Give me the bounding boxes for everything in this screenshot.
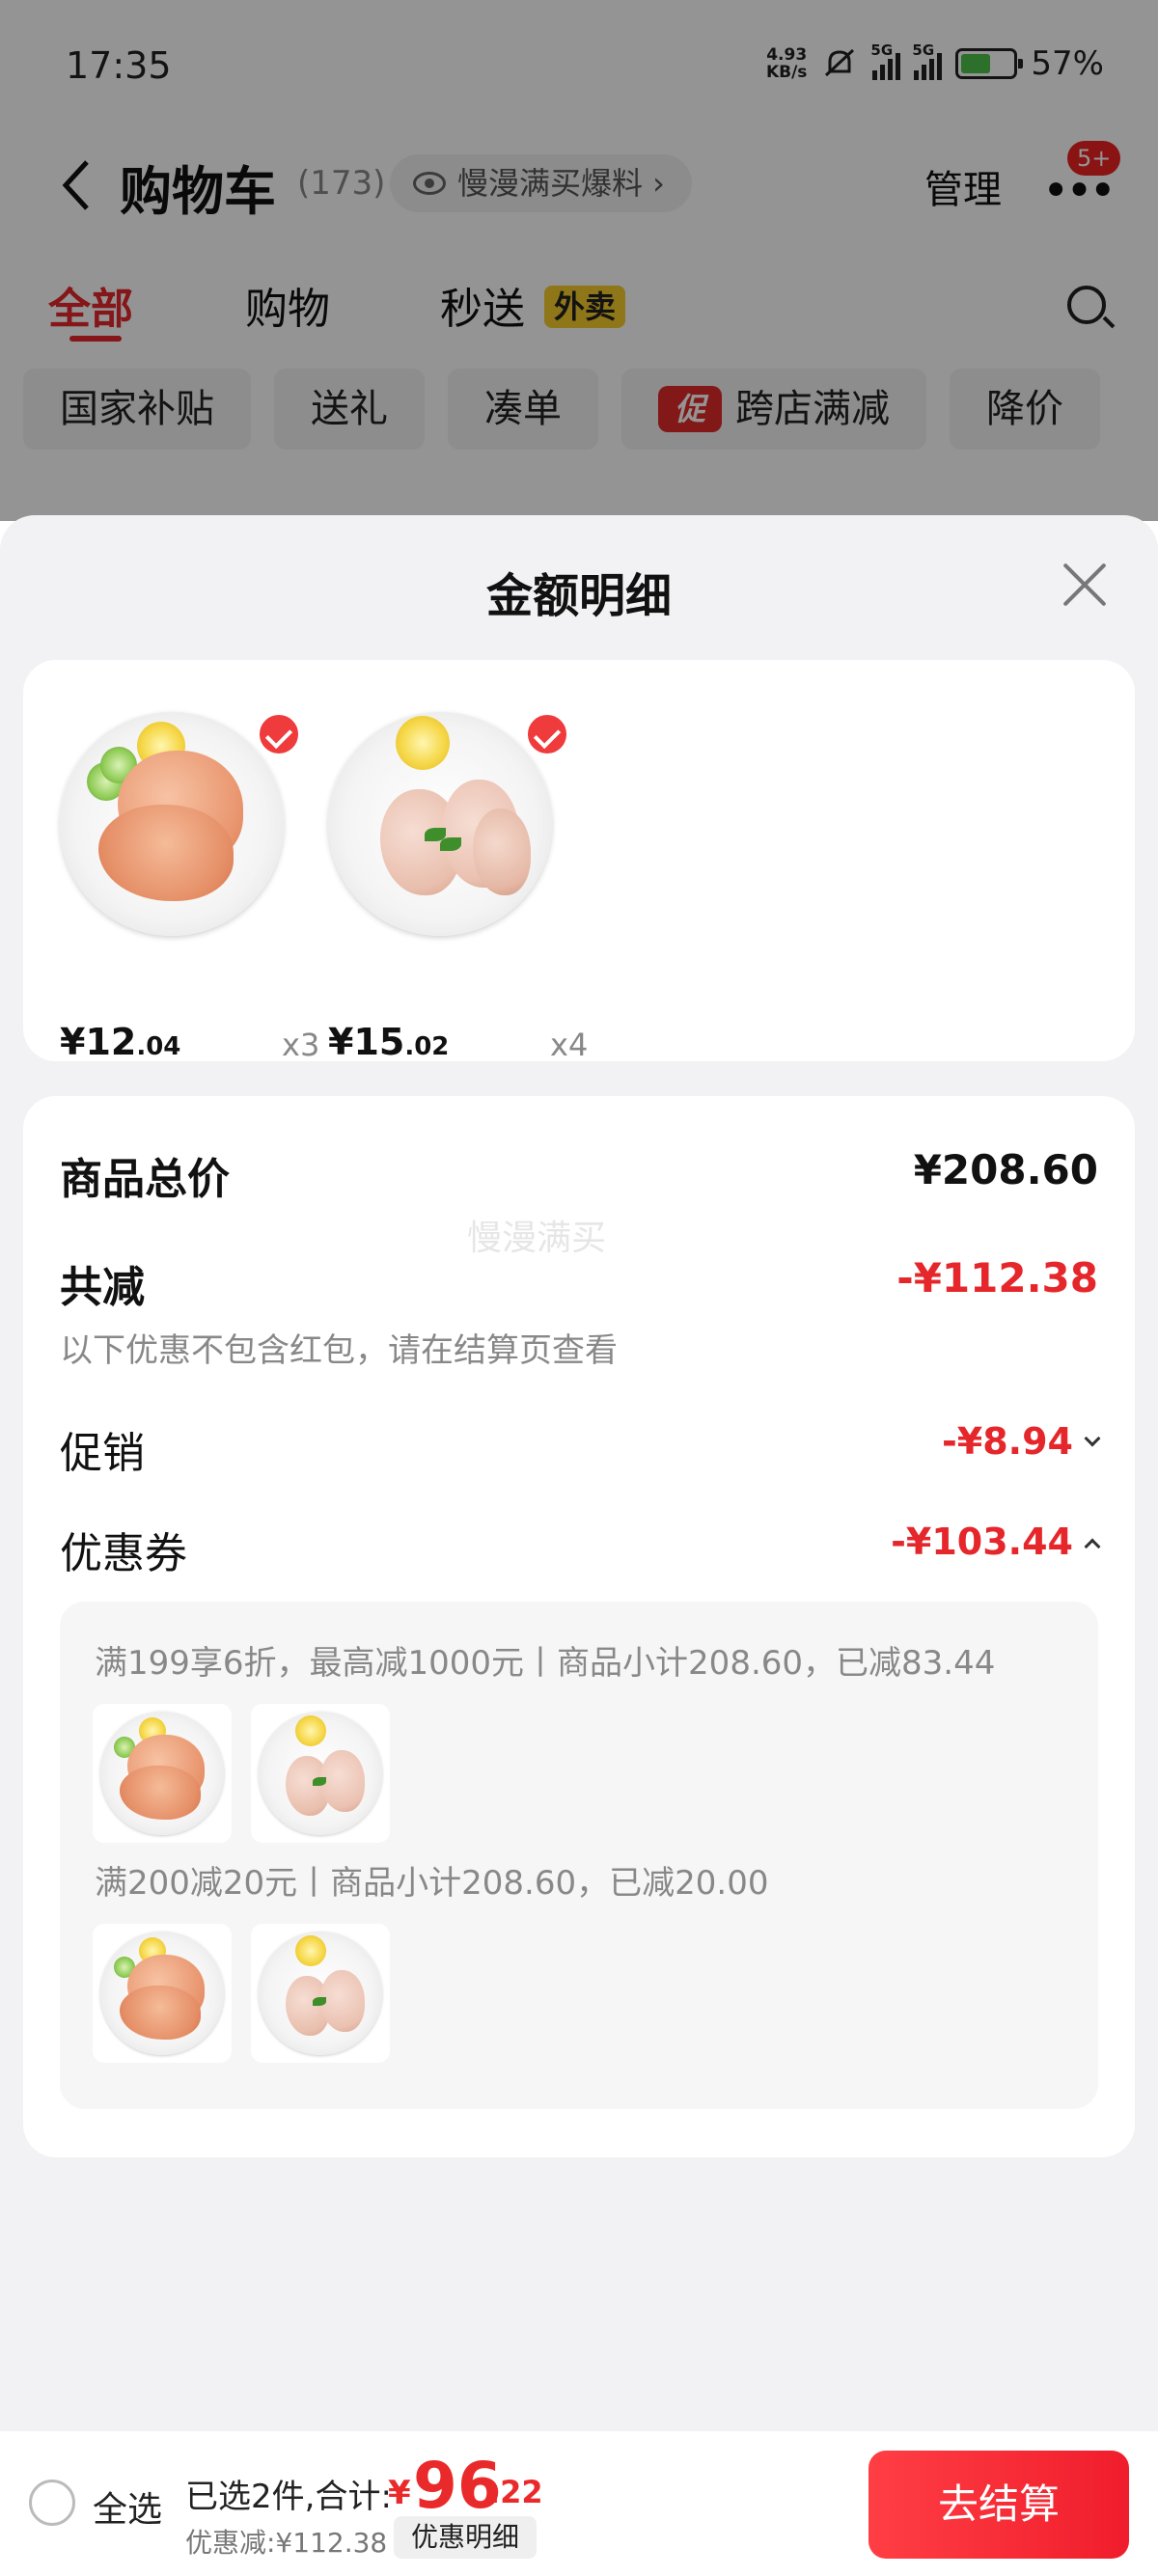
coupon-row[interactable]: -¥103.44 [891, 1521, 1101, 1563]
promotion-row[interactable]: -¥8.94 [942, 1420, 1101, 1463]
discount-amount: 优惠减:¥112.38 [185, 2527, 388, 2559]
chicken-drumstick-image [328, 712, 552, 936]
chicken-breast-image [60, 712, 284, 936]
product-quantity: x4 [550, 1027, 589, 1063]
selected-check-icon[interactable] [525, 712, 569, 756]
checkout-button[interactable]: 去结算 [868, 2451, 1129, 2559]
chevron-up-icon [1084, 1538, 1101, 1554]
promotion-value: -¥8.94 [942, 1420, 1073, 1463]
select-all-radio[interactable] [29, 2480, 75, 2526]
product-quantity: x3 [282, 1027, 320, 1063]
close-icon[interactable] [1060, 560, 1110, 610]
promotion-label: 促销 [60, 1429, 145, 1478]
product-thumbnail [93, 1924, 232, 2063]
coupon-details: 满199享6折，最高减1000元丨商品小计208.60，已减83.44 满200… [60, 1602, 1098, 2109]
product-price: ¥12.04 [60, 1021, 181, 1063]
total-amount-decimal: .22 [488, 2474, 543, 2510]
product-item[interactable]: ¥12.04 x3 [42, 712, 319, 1063]
product-thumbnail [251, 1704, 390, 1843]
selected-products-card: ¥12.04 x3 ¥15.02 x4 [23, 660, 1135, 1063]
discount-detail-button[interactable]: 优惠明细 [394, 2516, 538, 2559]
total-price-value: ¥208.60 [913, 1146, 1098, 1193]
product-price: ¥15.02 [328, 1021, 450, 1063]
coupon-rule: 满200减20元丨商品小计208.60，已减20.00 [95, 1864, 769, 1903]
coupon-label: 优惠券 [60, 1529, 187, 1578]
dim-overlay[interactable] [0, 0, 1158, 521]
product-thumbnail [251, 1924, 390, 2063]
total-price-label: 商品总价 [60, 1155, 230, 1204]
selected-check-icon[interactable] [257, 712, 301, 756]
product-thumbnail [93, 1704, 232, 1843]
amount-detail-sheet: 金额明细 ¥12.04 x3 ¥15.02 x4 商品总价 ¥208.60 慢漫… [0, 515, 1158, 2576]
product-item[interactable]: ¥15.02 x4 [311, 712, 588, 1063]
reduction-label: 共减 [60, 1263, 145, 1312]
sheet-title: 金额明细 [485, 569, 672, 623]
selected-info: 已选2件,合计: [185, 2478, 392, 2516]
chevron-down-icon [1084, 1430, 1101, 1446]
coupon-rule: 满199享6折，最高减1000元丨商品小计208.60，已减83.44 [95, 1644, 996, 1683]
total-currency: ¥ [388, 2474, 411, 2512]
select-all-label[interactable]: 全选 [93, 2481, 162, 2532]
reduction-note: 以下优惠不包含红包，请在结算页查看 [60, 1331, 618, 1370]
coupon-value: -¥103.44 [891, 1521, 1073, 1563]
checkout-bar: 全选 已选2件,合计: ¥ 96 .22 优惠减:¥112.38 优惠明细 去结… [0, 2431, 1158, 2576]
reduction-value: -¥112.38 [896, 1254, 1098, 1302]
watermark-text: 慢漫满买 [467, 1219, 607, 1258]
price-summary-card: 商品总价 ¥208.60 慢漫满买 共减 -¥112.38 以下优惠不包含红包，… [23, 1096, 1135, 2157]
